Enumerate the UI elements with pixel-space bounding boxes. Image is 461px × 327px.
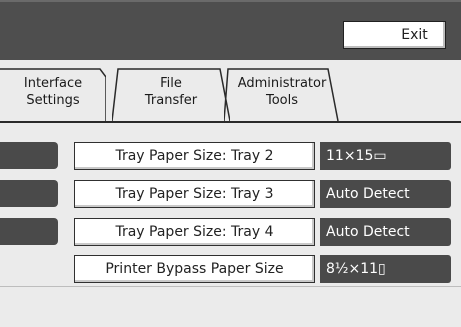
setting-label: Printer Bypass Paper Size — [105, 261, 284, 277]
setting-value: 8½×11▯ — [320, 255, 451, 283]
divider — [0, 286, 461, 287]
setting-label: Tray Paper Size: Tray 3 — [115, 186, 274, 202]
setting-value: Auto Detect — [320, 218, 451, 246]
setting-value-text: 11×15▭ — [326, 148, 387, 164]
tab-label-line2: Tools — [265, 93, 299, 108]
tab-label-line1: Administrator — [237, 76, 327, 91]
tab-label-line2: Transfer — [144, 93, 198, 108]
tab-file-transfer[interactable]: File Transfer — [112, 67, 230, 121]
printer-bypass-paper-size-button[interactable]: Printer Bypass Paper Size — [74, 255, 315, 283]
setting-label: Tray Paper Size: Tray 4 — [115, 224, 274, 240]
left-setting-button[interactable] — [0, 180, 58, 207]
setting-value: 11×15▭ — [320, 142, 451, 170]
setting-value: Auto Detect — [320, 180, 451, 208]
tab-label-line1: File — [160, 76, 182, 91]
setting-label: Tray Paper Size: Tray 2 — [115, 148, 274, 164]
exit-button[interactable]: Exit — [343, 21, 446, 49]
tray-3-paper-size-button[interactable]: Tray Paper Size: Tray 3 — [74, 180, 315, 208]
setting-value-text: 8½×11▯ — [326, 261, 386, 277]
tray-2-paper-size-button[interactable]: Tray Paper Size: Tray 2 — [74, 142, 315, 170]
tray-4-paper-size-button[interactable]: Tray Paper Size: Tray 4 — [74, 218, 315, 246]
setting-value-text: Auto Detect — [326, 186, 410, 202]
settings-screen: Exit Interface Settings File Transfer Ad… — [0, 0, 461, 327]
tab-administrator-tools[interactable]: Administrator Tools — [224, 67, 340, 121]
left-setting-button[interactable] — [0, 218, 58, 245]
left-setting-button[interactable] — [0, 142, 58, 169]
tab-divider — [0, 121, 461, 123]
header-bar: Exit — [0, 0, 461, 60]
tab-interface-settings[interactable]: Interface Settings — [0, 67, 106, 121]
tab-label-line1: Interface — [23, 76, 83, 91]
tab-label-line2: Settings — [26, 93, 80, 108]
setting-value-text: Auto Detect — [326, 224, 410, 240]
exit-button-label: Exit — [401, 27, 428, 43]
